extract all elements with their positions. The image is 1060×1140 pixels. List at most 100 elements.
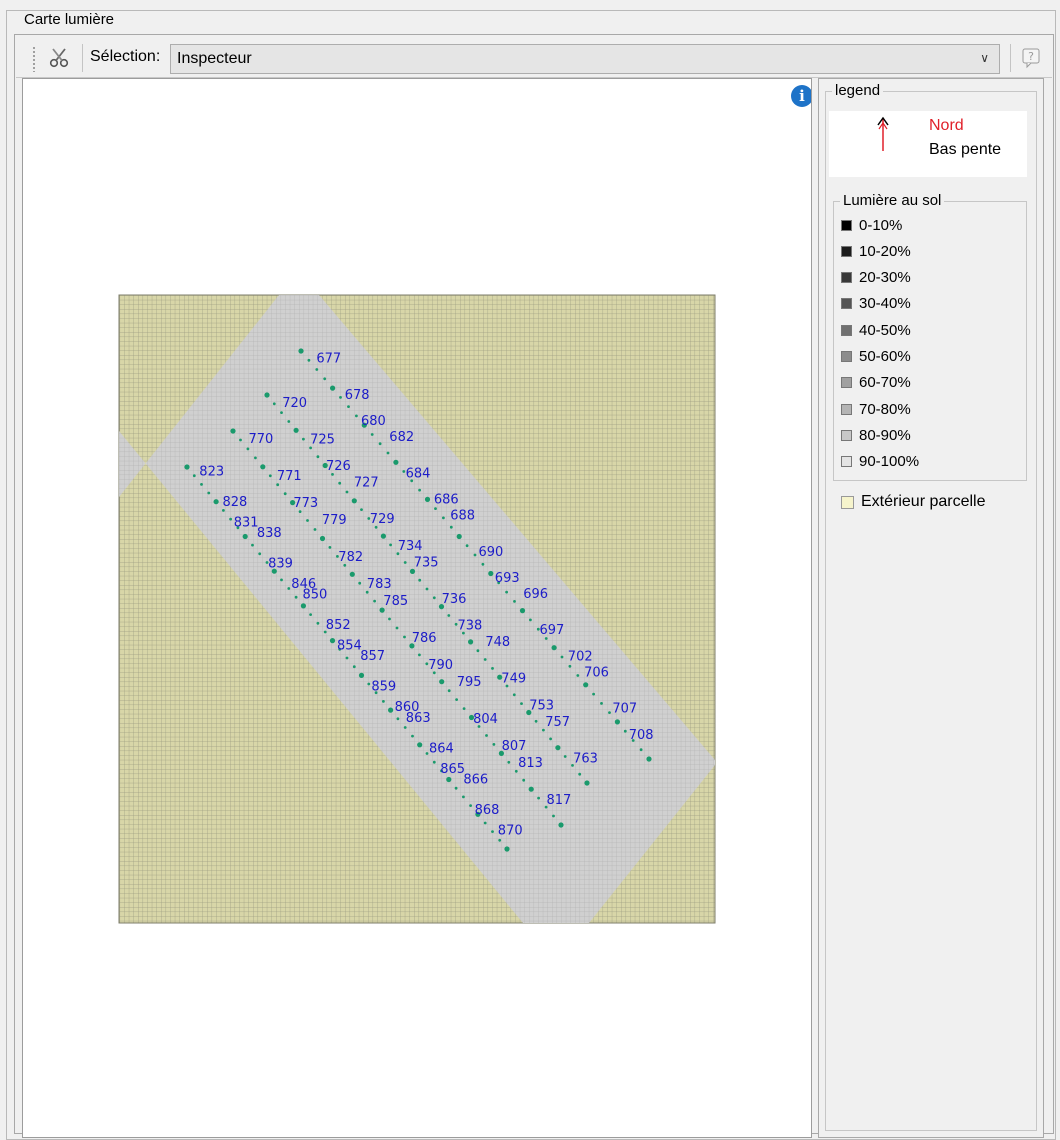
tree-marker <box>316 455 320 459</box>
tree-label: 688 <box>450 509 475 524</box>
tree-label: 686 <box>434 493 459 508</box>
tree-marker <box>393 459 399 465</box>
light-swatch <box>841 403 852 415</box>
tree-marker <box>528 786 534 792</box>
tree-marker <box>476 649 480 653</box>
tree-marker <box>380 533 386 539</box>
tree-marker <box>549 737 552 741</box>
tree-marker <box>388 707 394 713</box>
tree-marker <box>424 496 431 502</box>
tree-marker <box>456 533 462 540</box>
tree-marker <box>425 752 429 755</box>
tree-label: 839 <box>268 557 293 572</box>
tree-marker <box>319 535 326 542</box>
tree-marker <box>382 700 385 703</box>
tree-marker <box>345 656 349 660</box>
tree-marker <box>345 490 349 494</box>
light-legend-title: Lumière au sol <box>840 192 945 210</box>
tree-marker <box>287 420 291 423</box>
tree-marker <box>614 719 621 725</box>
tree-marker <box>254 456 257 460</box>
tree-label: 720 <box>282 396 307 411</box>
tree-marker <box>207 491 211 495</box>
light-legend-item: 80-90% <box>841 425 911 445</box>
tree-marker <box>623 729 627 733</box>
tree-marker <box>378 442 382 446</box>
light-legend-item: 70-80% <box>841 399 911 419</box>
tree-label: 693 <box>495 571 520 586</box>
tree-marker <box>491 830 494 833</box>
tree-marker <box>309 613 312 616</box>
tree-marker <box>330 385 336 391</box>
light-legend-label: 70-80% <box>859 400 911 418</box>
tree-label: 684 <box>406 466 431 481</box>
tree-marker <box>280 578 283 582</box>
help-query-icon[interactable]: ? <box>1018 44 1044 72</box>
tree-marker <box>504 846 510 852</box>
tree-marker <box>242 533 248 540</box>
tree-marker <box>425 587 429 591</box>
light-legend-label: 30-40% <box>859 295 911 313</box>
tree-marker <box>307 358 311 362</box>
light-legend-label: 50-60% <box>859 348 911 365</box>
tree-marker <box>513 600 516 603</box>
north-arrow-icon <box>877 116 889 151</box>
tree-marker <box>347 405 350 408</box>
tree-marker <box>483 821 487 825</box>
tree-marker <box>386 451 390 455</box>
tree-label: 757 <box>545 715 570 730</box>
group-title: Carte lumière <box>21 11 118 29</box>
tree-marker <box>483 658 487 661</box>
tree-marker <box>454 786 458 790</box>
tree-marker <box>355 414 358 418</box>
tree-marker <box>512 693 516 697</box>
tree-marker <box>646 756 652 762</box>
light-legend-item: 20-30% <box>841 268 911 288</box>
tree-marker <box>434 507 437 510</box>
tree-marker <box>280 411 283 414</box>
light-swatch <box>841 272 852 284</box>
tree-marker <box>272 402 276 406</box>
tree-label: 726 <box>326 459 351 474</box>
tree-label: 850 <box>303 588 328 603</box>
tree-label: 786 <box>412 631 437 646</box>
tree-marker <box>403 635 406 639</box>
tree-marker <box>246 447 250 451</box>
legend-panel: legend Nord Bas pente Lumière au sol 0-1… <box>818 78 1044 1138</box>
info-icon[interactable]: i <box>791 85 811 107</box>
tree-marker <box>316 621 320 625</box>
tree-marker <box>432 760 436 764</box>
tree-marker <box>396 717 400 721</box>
scissors-tools-icon[interactable] <box>42 42 76 74</box>
tree-marker <box>367 682 371 686</box>
chevron-down-icon[interactable]: ∨ <box>980 51 989 65</box>
light-map-canvas[interactable]: 677 678 680 682 684 686 688 690 693 696 697 702 706 7… <box>22 78 812 1138</box>
light-map[interactable]: 677 678 680682 684686688 690 693696 697702 706 7… <box>23 79 811 1137</box>
tree-label: 859 <box>371 680 396 695</box>
toolbar-grip[interactable] <box>32 46 36 72</box>
tree-marker <box>537 796 540 800</box>
tree-marker <box>583 682 589 688</box>
tree-label: 828 <box>223 495 248 510</box>
tree-marker <box>462 707 466 710</box>
tree-marker <box>403 561 407 564</box>
compass-box: Nord Bas pente <box>829 111 1027 177</box>
tree-marker <box>560 655 564 659</box>
selection-label: Sélection: <box>90 48 161 65</box>
light-legend-item: 0-10% <box>841 215 902 235</box>
tree-marker <box>442 516 445 520</box>
slope-label: Bas pente <box>929 141 1002 158</box>
tree-marker <box>418 653 421 657</box>
tree-label: 773 <box>293 496 318 511</box>
toolbar-separator <box>1010 44 1011 72</box>
tree-label: 795 <box>457 675 482 690</box>
svg-text:?: ? <box>1028 50 1034 63</box>
tree-label: 783 <box>367 577 392 592</box>
tree-marker <box>358 672 365 679</box>
tree-label: 707 <box>612 702 637 717</box>
exterior-label: Extérieur parcelle <box>861 493 986 510</box>
tree-marker <box>465 544 469 548</box>
tree-marker <box>468 639 474 645</box>
selection-combobox[interactable]: Inspecteur ∨ <box>170 44 1000 74</box>
tree-marker <box>268 474 272 478</box>
